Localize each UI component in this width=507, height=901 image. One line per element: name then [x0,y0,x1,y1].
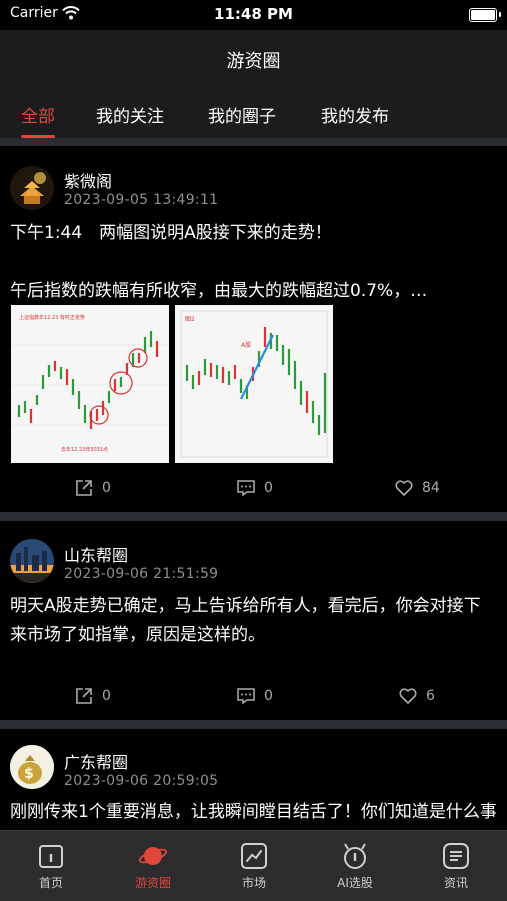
post-feed[interactable]: 紫微阁 2023-09-05 13:49:11 下午1:44 两幅图说明A股接下… [0,146,507,830]
tabbar-market[interactable]: 市场 [214,841,294,891]
like-button[interactable]: 6 [398,686,435,706]
nav-header: 游资圈 全部 我的关注 我的圈子 我的发布 [0,30,507,138]
candlestick-chart-image: 图2 A股 [175,305,333,463]
tabbar-news[interactable]: 资讯 [416,841,496,891]
chart-label: 上证指数年12.23 有时正走势 [19,314,85,321]
post-card[interactable]: 紫微阁 2023-09-05 13:49:11 下午1:44 两幅图说明A股接下… [0,146,507,512]
comment-button[interactable]: 0 [236,478,273,498]
post-timestamp: 2023-09-06 21:51:59 [64,566,219,582]
candlestick-chart-image: 上证指数年12.23 有时正走势 去年12.23年3031点 [11,305,169,463]
comment-count: 0 [264,688,273,704]
pavilion-avatar-icon [10,166,54,210]
status-bar: Carrier 11:48 PM [0,0,507,30]
tabbar-circle[interactable]: 游资圈 [113,841,193,891]
share-count: 0 [102,688,111,704]
money-bag-avatar-icon: $ [10,745,54,789]
share-button[interactable]: 0 [74,478,111,498]
post-card[interactable]: $ 广东帮圈 2023-09-06 20:59:05 刚刚传来1个重要消息，让我… [0,729,507,830]
heart-icon [395,480,413,496]
divider [0,720,507,729]
post-timestamp: 2023-09-06 20:59:05 [64,773,219,789]
avatar[interactable] [10,166,54,210]
chart-icon [241,843,267,869]
share-icon [76,688,92,704]
tabbar-label: 游资圈 [134,876,171,890]
avatar[interactable]: $ [10,745,54,789]
avatar[interactable] [10,539,54,583]
like-count: 6 [426,688,435,704]
tab-following[interactable]: 我的关注 [96,102,164,138]
heart-icon [399,688,417,704]
robot-icon [344,843,366,869]
author-name[interactable]: 山东帮圈 [64,542,128,566]
comment-icon [237,480,255,497]
tab-my-posts[interactable]: 我的发布 [321,102,389,138]
post-text[interactable]: 下午1:44 两幅图说明A股接下来的走势！ 午后指数的跌幅有所收窄，由最大的跌幅… [10,219,497,306]
comment-count: 0 [264,480,273,496]
tabbar-label: 资讯 [443,876,468,890]
post-card[interactable]: 山东帮圈 2023-09-06 21:51:59 明天A股走势已确定，马上告诉给… [0,521,507,720]
share-icon [76,480,92,496]
tabbar-ai-stocks[interactable]: AI选股 [315,841,395,891]
battery-icon [469,8,501,22]
tab-bar-top: 全部 我的关注 我的圈子 我的发布 [0,102,507,138]
comment-icon [237,688,255,705]
post-timestamp: 2023-09-05 13:49:11 [64,192,219,208]
tabbar-label: 首页 [38,876,63,890]
chart-footer: 去年12.23年3031点 [61,446,108,453]
comment-button[interactable]: 0 [236,686,273,706]
author-name[interactable]: 广东帮圈 [64,749,128,773]
post-text[interactable]: 刚刚传来1个重要消息，让我瞬间瞠目结舌了！你们知道是什么事 [10,798,497,827]
tab-my-circles[interactable]: 我的圈子 [208,102,276,138]
share-button[interactable]: 0 [74,686,111,706]
post-image[interactable]: 图2 A股 [175,305,333,463]
share-count: 0 [102,480,111,496]
news-icon [443,843,469,869]
divider [0,512,507,521]
tabbar-home[interactable]: 首页 [11,841,91,891]
page-title: 游资圈 [226,51,281,72]
home-icon [39,845,63,868]
chart-marker: A股 [241,342,251,349]
chart-label: 图2 [185,316,195,323]
svg-text:$: $ [24,766,34,782]
city-skyline-avatar-icon [10,539,54,583]
clock: 11:48 PM [214,5,293,23]
planet-icon [138,847,168,865]
tab-all[interactable]: 全部 [21,102,55,138]
tabbar-label: 市场 [241,876,266,890]
like-count: 84 [422,480,440,496]
post-image[interactable]: 上证指数年12.23 有时正走势 去年12.23年3031点 [11,305,169,463]
divider [0,138,507,146]
tabbar-label: AI选股 [337,876,373,890]
post-text[interactable]: 明天A股走势已确定，马上告诉给所有人，看完后，你会对接下来市场了如指掌，原因是这… [10,592,497,650]
bottom-tab-bar: 首页 游资圈 市场 AI选股 资讯 [0,830,507,901]
like-button[interactable]: 84 [394,478,440,498]
author-name[interactable]: 紫微阁 [64,168,112,192]
